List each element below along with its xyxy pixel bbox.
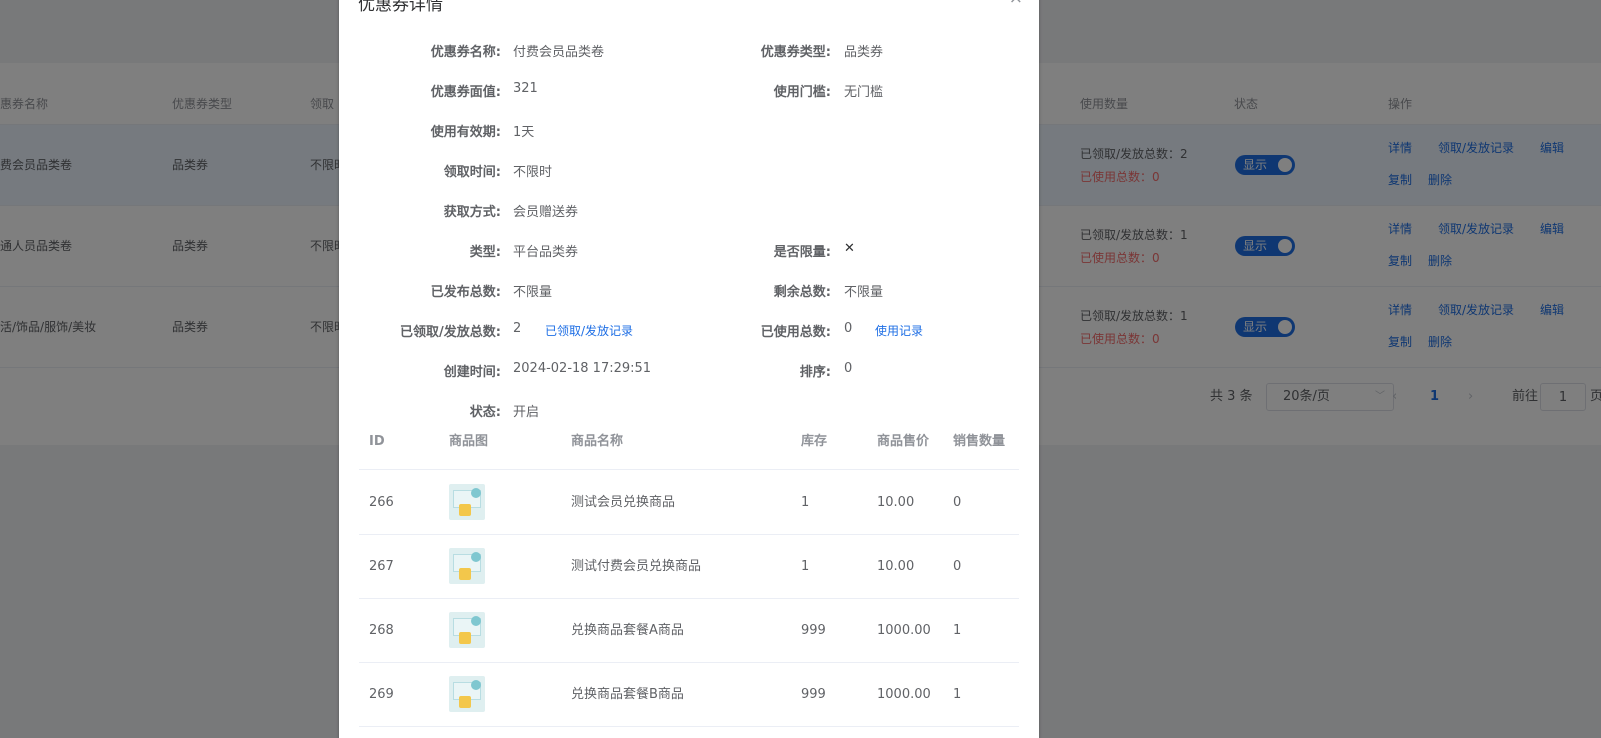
th-id: ID — [369, 434, 385, 449]
validity-label: 使用有效期: — [430, 125, 501, 140]
used-value: 0 — [844, 321, 853, 336]
product-sales: 1 — [953, 687, 962, 702]
face-value-label: 优惠券面值: — [430, 85, 501, 100]
product-id: 267 — [369, 559, 394, 574]
product-name: 测试会员兑换商品 — [571, 495, 676, 510]
published-label: 已发布总数: — [430, 285, 501, 300]
claim-time-label: 领取时间: — [443, 165, 501, 180]
product-stock: 1 — [801, 559, 810, 574]
table-row: 268 兑换商品套餐A商品 999 1000.00 1 — [359, 599, 1019, 663]
product-image — [449, 548, 485, 584]
product-name: 兑换商品套餐B商品 — [571, 687, 684, 702]
close-icon[interactable]: × — [1009, 0, 1023, 8]
product-price: 10.00 — [877, 559, 915, 574]
product-table-header: ID 商品图 商品名称 库存 商品售价 销售数量 — [359, 421, 1019, 470]
cross-icon: ✕ — [844, 241, 855, 256]
th-image: 商品图 — [449, 434, 489, 449]
face-value-value: 321 — [513, 81, 538, 96]
table-row: 266 测试会员兑换商品 1 10.00 0 — [359, 471, 1019, 535]
status-label: 状态: — [469, 405, 501, 420]
product-sales: 1 — [953, 623, 962, 638]
coupon-detail-dialog: 优惠券详情 × 优惠券名称: 付费会员品类卷 优惠券类型: 品类券 优惠券面值:… — [339, 0, 1039, 738]
product-id: 269 — [369, 687, 394, 702]
created-label: 创建时间: — [443, 365, 501, 380]
status-value: 开启 — [513, 405, 540, 420]
coupon-type-label: 优惠券类型: — [760, 45, 831, 60]
limit-label: 是否限量: — [773, 245, 831, 260]
claimed-value: 2 — [513, 321, 522, 336]
threshold-label: 使用门槛: — [773, 85, 831, 100]
product-stock: 1 — [801, 495, 810, 510]
validity-value: 1天 — [513, 125, 535, 140]
remaining-label: 剩余总数: — [773, 285, 831, 300]
product-image — [449, 484, 485, 520]
product-image — [449, 676, 485, 712]
kind-value: 平台品类券 — [513, 245, 579, 260]
table-row: 269 兑换商品套餐B商品 999 1000.00 1 — [359, 663, 1019, 727]
product-price: 1000.00 — [877, 623, 931, 638]
claimed-label: 已领取/发放总数: — [400, 325, 501, 340]
product-sales: 0 — [953, 495, 962, 510]
product-stock: 999 — [801, 687, 826, 702]
product-image — [449, 612, 485, 648]
created-value: 2024-02-18 17:29:51 — [513, 361, 652, 376]
published-value: 不限量 — [513, 285, 553, 300]
coupon-name-value: 付费会员品类卷 — [513, 45, 605, 60]
product-name: 测试付费会员兑换商品 — [571, 559, 702, 574]
sort-label: 排序: — [799, 365, 831, 380]
th-price: 商品售价 — [877, 434, 930, 449]
coupon-name-label: 优惠券名称: — [430, 45, 501, 60]
th-stock: 库存 — [801, 434, 828, 449]
product-price: 1000.00 — [877, 687, 931, 702]
remaining-value: 不限量 — [844, 285, 884, 300]
kind-label: 类型: — [469, 245, 501, 260]
product-sales: 0 — [953, 559, 962, 574]
th-product-name: 商品名称 — [571, 434, 624, 449]
product-price: 10.00 — [877, 495, 915, 510]
method-value: 会员赠送券 — [513, 205, 579, 220]
claim-time-value: 不限时 — [513, 165, 553, 180]
sort-value: 0 — [844, 361, 853, 376]
usage-records-link[interactable]: 使用记录 — [875, 322, 923, 339]
method-label: 获取方式: — [443, 205, 501, 220]
table-row: 267 测试付费会员兑换商品 1 10.00 0 — [359, 535, 1019, 599]
claim-records-link[interactable]: 已领取/发放记录 — [545, 322, 633, 339]
product-stock: 999 — [801, 623, 826, 638]
threshold-value: 无门槛 — [844, 85, 884, 100]
th-sales: 销售数量 — [953, 434, 1006, 449]
product-id: 268 — [369, 623, 394, 638]
dialog-title: 优惠券详情 — [358, 0, 443, 15]
product-id: 266 — [369, 495, 394, 510]
coupon-type-value: 品类券 — [844, 45, 884, 60]
used-label: 已使用总数: — [760, 325, 831, 340]
product-name: 兑换商品套餐A商品 — [571, 623, 684, 638]
